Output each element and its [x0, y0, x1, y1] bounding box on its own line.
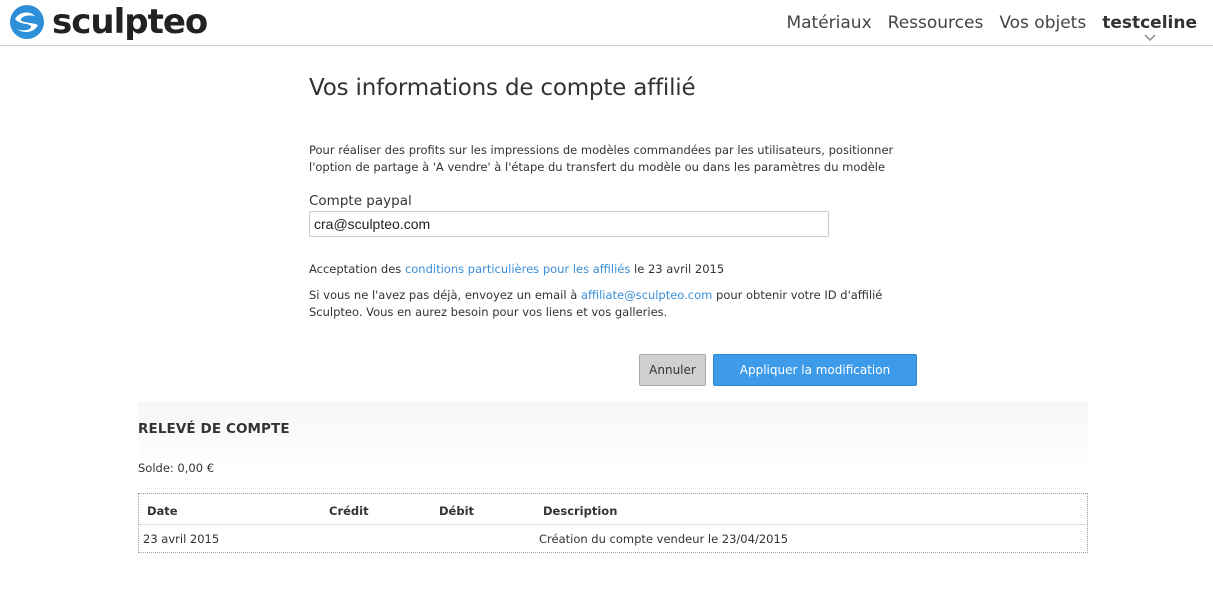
nav-vos-objets[interactable]: Vos objets	[999, 12, 1086, 34]
acceptance-text: Acceptation des conditions particulières…	[309, 262, 724, 276]
paypal-email-field[interactable]	[309, 211, 829, 237]
affiliate-account-form: Vos informations de compte affilié Pour …	[309, 72, 929, 386]
column-header-description: Description	[543, 504, 618, 518]
acceptance-prefix: Acceptation des	[309, 262, 402, 276]
top-header: sculpteo Matériaux Ressources Vos objets…	[0, 0, 1213, 46]
statement-title: RELEVÉ DE COMPTE	[138, 421, 290, 437]
cell-date: 23 avril 2015	[143, 532, 220, 546]
intro-text: Pour réaliser des profits sur les impres…	[309, 143, 894, 174]
user-name: testceline	[1102, 13, 1197, 33]
paypal-label: Compte paypal	[309, 193, 412, 209]
cell-description: Création du compte vendeur le 23/04/2015	[539, 532, 789, 546]
user-menu[interactable]: testceline	[1102, 12, 1197, 42]
affiliate-terms-link[interactable]: conditions particulières pour les affili…	[405, 262, 630, 276]
sculpteo-s-logo-icon	[10, 5, 44, 39]
info-prefix: Si vous ne l'avez pas déjà, envoyez un e…	[309, 288, 578, 302]
main-nav: Matériaux Ressources Vos objets testceli…	[770, 12, 1197, 42]
cancel-button[interactable]: Annuler	[639, 354, 706, 386]
nav-materiaux[interactable]: Matériaux	[786, 12, 871, 34]
row-divider	[139, 524, 1087, 525]
balance-text: Solde: 0,00 €	[138, 461, 215, 475]
acceptance-date: le 23 avril 2015	[634, 262, 725, 276]
affiliate-email-link[interactable]: affiliate@sculpteo.com	[581, 288, 712, 302]
column-header-credit: Crédit	[329, 504, 369, 518]
statement-table: Date Crédit Débit Description 23 avril 2…	[138, 493, 1088, 553]
chevron-down-icon	[1144, 34, 1156, 42]
logo-wordmark: sculpteo	[52, 2, 208, 42]
column-header-debit: Débit	[439, 504, 475, 518]
affiliate-id-info: Si vous ne l'avez pas déjà, envoyez un e…	[309, 287, 909, 321]
column-header-date: Date	[147, 504, 178, 518]
apply-changes-button[interactable]: Appliquer la modification	[713, 354, 917, 386]
nav-ressources[interactable]: Ressources	[888, 12, 984, 34]
page-title: Vos informations de compte affilié	[309, 75, 696, 101]
section-shade	[138, 402, 1088, 472]
logo[interactable]: sculpteo	[10, 2, 208, 42]
